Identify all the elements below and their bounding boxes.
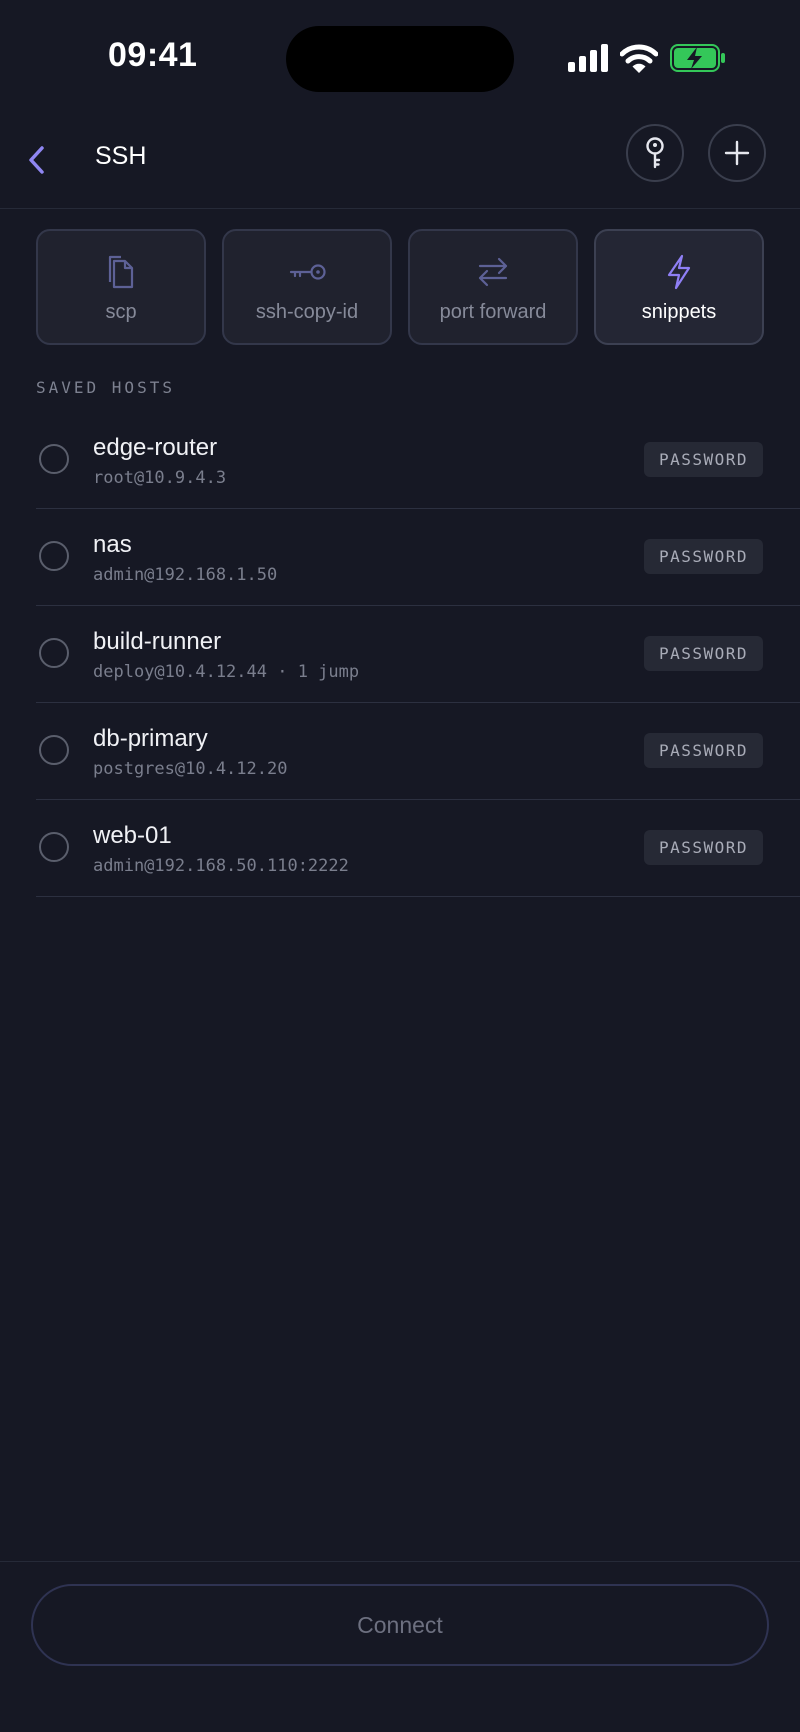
tool-label: scp [105,301,137,323]
host-name: web-01 [93,822,172,849]
host-address: admin@192.168.50.110:2222 [93,856,349,876]
tool-label: snippets [641,301,717,323]
host-radio[interactable] [39,832,69,862]
host-row[interactable]: edge-router root@10.9.4.3 PASSWORD [36,412,800,509]
host-row[interactable]: build-runner deploy@10.4.12.44 · 1 jump … [36,606,800,703]
host-row[interactable]: nas admin@192.168.1.50 PASSWORD [36,509,800,606]
host-address: postgres@10.4.12.20 [93,759,288,779]
tool-ssh-copy-id-button[interactable]: ssh-copy-id [222,229,392,345]
wifi-icon [620,44,658,73]
nav-bar: SSH [0,120,800,209]
auth-badge: PASSWORD [644,442,763,477]
auth-badge: PASSWORD [644,830,763,865]
tool-grid: scp ssh-copy-id port forward snippets [36,229,764,345]
host-radio[interactable] [39,444,69,474]
tool-scp-button[interactable]: scp [36,229,206,345]
tool-label: ssh-copy-id [255,301,359,323]
key-icon [646,137,664,169]
auth-badge: PASSWORD [644,636,763,671]
auth-badge: PASSWORD [644,539,763,574]
keys-button[interactable] [626,124,684,182]
lightning-icon [667,254,691,290]
copy-files-icon [108,255,134,289]
host-address: root@10.9.4.3 [93,468,227,488]
tool-snippets-button[interactable]: snippets [594,229,764,345]
host-name: edge-router [93,434,218,461]
tool-label: port forward [439,301,547,323]
arrows-swap-icon [478,257,508,287]
status-bar: 09:41 [0,0,800,120]
add-host-button[interactable] [708,124,766,182]
page-title: SSH [95,142,147,170]
host-row[interactable]: db-primary postgres@10.4.12.20 PASSWORD [36,703,800,800]
plus-icon [724,140,750,166]
host-name: nas [93,531,132,558]
cellular-signal-icon [568,44,608,72]
saved-hosts-heading: SAVED HOSTS [36,378,175,397]
host-address: deploy@10.4.12.44 · 1 jump [93,662,360,682]
status-time: 09:41 [108,36,198,74]
connect-button[interactable]: Connect [31,1584,769,1666]
host-radio[interactable] [39,541,69,571]
host-address: admin@192.168.1.50 [93,565,278,585]
back-chevron-icon[interactable] [18,140,58,180]
auth-badge: PASSWORD [644,733,763,768]
host-row[interactable]: web-01 admin@192.168.50.110:2222 PASSWOR… [36,800,800,897]
tool-port-forward-button[interactable]: port forward [408,229,578,345]
key-icon [289,264,326,280]
host-name: build-runner [93,628,222,655]
host-radio[interactable] [39,638,69,668]
host-radio[interactable] [39,735,69,765]
host-list: edge-router root@10.9.4.3 PASSWORD nas a… [36,412,800,897]
dynamic-island [286,26,514,92]
footer-bar: Connect [0,1561,800,1732]
battery-charging-icon [670,44,725,72]
host-name: db-primary [93,725,208,752]
